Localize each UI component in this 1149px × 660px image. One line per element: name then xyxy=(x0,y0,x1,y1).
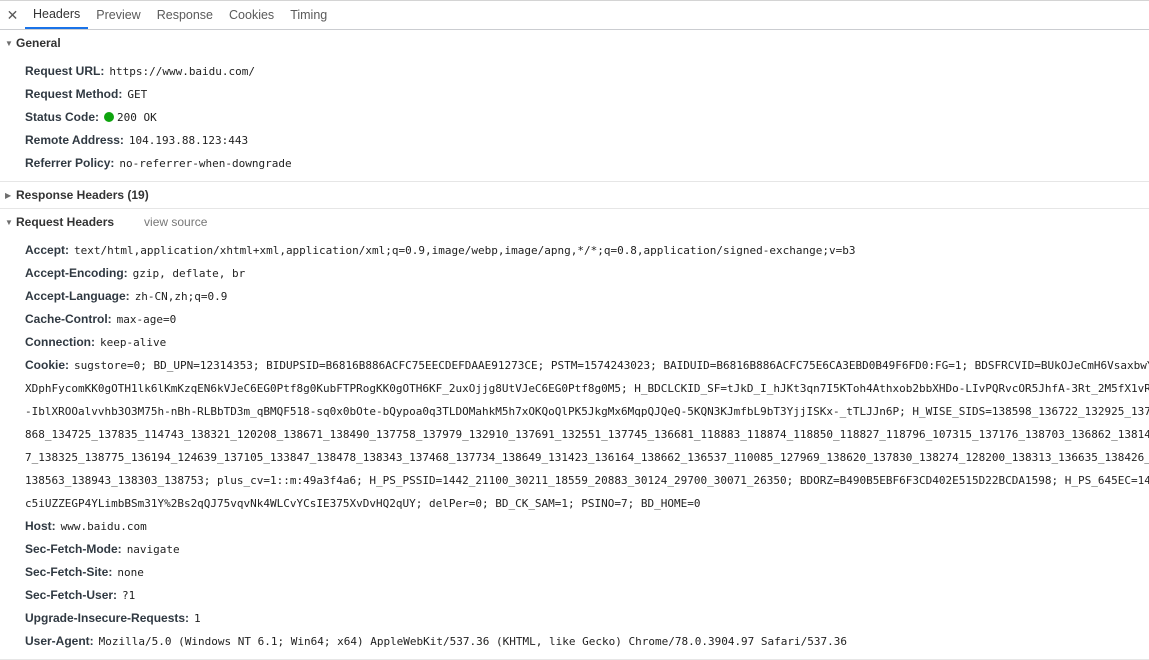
expanded-triangle-icon: ▼ xyxy=(5,217,13,227)
header-key: Status Code: xyxy=(25,110,100,124)
header-value: none xyxy=(117,566,144,579)
header-key: Accept-Language: xyxy=(25,289,130,303)
header-value: ?1 xyxy=(122,589,136,602)
cookie-value-line: -IblXROOalvvhb3O3M75h-nBh-RLBbTD3m_qBMQF… xyxy=(25,405,1149,418)
request-headers-section-header[interactable]: ▼ Request Headers view source xyxy=(0,209,1149,235)
cookie-line: -IblXROOalvvhb3O3M75h-nBh-RLBbTD3m_qBMQF… xyxy=(25,400,1149,423)
header-value: www.baidu.com xyxy=(60,520,147,533)
request-headers-title: Request Headers xyxy=(16,215,115,229)
header-key: Sec-Fetch-Mode: xyxy=(25,542,122,556)
tab-timing[interactable]: Timing xyxy=(282,1,335,29)
header-value: text/html,application/xhtml+xml,applicat… xyxy=(74,244,856,257)
header-key: Cache-Control: xyxy=(25,312,112,326)
header-key: Accept: xyxy=(25,243,70,257)
tab-response[interactable]: Response xyxy=(149,1,221,29)
cookie-line: Cookie: sugstore=0; BD_UPN=12314353; BIDU… xyxy=(25,354,1149,377)
general-row-referrer-policy: Referrer Policy: no-referrer-when-downgra… xyxy=(25,152,1149,175)
general-row-request-url: Request URL: https://www.baidu.com/ xyxy=(25,60,1149,83)
header-value: 104.193.88.123:443 xyxy=(128,134,249,147)
view-source-link[interactable]: view source xyxy=(144,215,207,229)
cookie-value-line: c5iUZZEGP4YLimbBSm31Y%2Bs2qQJ75vqvNk4WLC… xyxy=(25,497,701,510)
cookie-value-line: XDphFycomKK0gOTH1lk6lKmKzqEN6kVJeC6EG0Pt… xyxy=(25,382,1149,395)
response-headers-section: ▶ Response Headers (19) xyxy=(0,182,1149,209)
request-headers-section: ▼ Request Headers view source Accept: tex… xyxy=(0,209,1149,660)
header-key: Sec-Fetch-Site: xyxy=(25,565,113,579)
cookie-line: 138563_138943_138303_138753; plus_cv=1::… xyxy=(25,469,1149,492)
request-header-row: Sec-Fetch-Site: none xyxy=(25,561,1149,584)
header-key: Request URL: xyxy=(25,64,105,78)
response-headers-section-header[interactable]: ▶ Response Headers (19) xyxy=(0,182,1149,208)
request-header-row: Host: www.baidu.com xyxy=(25,515,1149,538)
expanded-triangle-icon: ▼ xyxy=(5,38,13,48)
request-header-row: Accept-Encoding: gzip, deflate, br xyxy=(25,262,1149,285)
header-key: Connection: xyxy=(25,335,95,349)
header-key: Sec-Fetch-User: xyxy=(25,588,118,602)
status-ok-icon xyxy=(104,112,115,122)
request-header-row: Sec-Fetch-User: ?1 xyxy=(25,584,1149,607)
request-header-row: Connection: keep-alive xyxy=(25,331,1149,354)
header-key: Referrer Policy: xyxy=(25,156,115,170)
cookie-line: 868_134725_137835_114743_138321_120208_1… xyxy=(25,423,1149,446)
header-key: Cookie: xyxy=(25,358,70,372)
header-value: GET xyxy=(127,88,148,101)
request-header-row: Cache-Control: max-age=0 xyxy=(25,308,1149,331)
tab-headers[interactable]: Headers xyxy=(25,1,89,29)
collapsed-triangle-icon: ▶ xyxy=(5,190,12,200)
header-value: https://www.baidu.com/ xyxy=(109,65,256,78)
cookie-value-line: 868_134725_137835_114743_138321_120208_1… xyxy=(25,428,1149,441)
general-rows: Request URL: https://www.baidu.com/ Reque… xyxy=(0,56,1149,181)
response-headers-title: Response Headers (19) xyxy=(16,188,149,202)
general-row-status-code: Status Code: 200 OK xyxy=(25,106,1149,129)
header-value: zh-CN,zh;q=0.9 xyxy=(134,290,228,303)
header-value: max-age=0 xyxy=(116,313,177,326)
header-value: 200 OK xyxy=(117,111,157,124)
general-row-request-method: Request Method: GET xyxy=(25,83,1149,106)
general-section: ▼ General Request URL: https://www.baidu.… xyxy=(0,30,1149,182)
general-row-remote-address: Remote Address: 104.193.88.123:443 xyxy=(25,129,1149,152)
header-key: Host: xyxy=(25,519,56,533)
cookie-line: XDphFycomKK0gOTH1lk6lKmKzqEN6kVJeC6EG0Pt… xyxy=(25,377,1149,400)
request-header-row: Accept: text/html,application/xhtml+xml,a… xyxy=(25,239,1149,262)
request-header-row: Accept-Language: zh-CN,zh;q=0.9 xyxy=(25,285,1149,308)
general-section-header[interactable]: ▼ General xyxy=(0,30,1149,56)
tab-bar: ✕ Headers Preview Response Cookies Timin… xyxy=(0,0,1149,30)
tab-preview[interactable]: Preview xyxy=(88,1,148,29)
header-key: Remote Address: xyxy=(25,133,124,147)
general-section-title: General xyxy=(16,36,61,50)
header-key: Request Method: xyxy=(25,87,123,101)
tab-cookies[interactable]: Cookies xyxy=(221,1,282,29)
header-key: Upgrade-Insecure-Requests: xyxy=(25,611,190,625)
header-value: gzip, deflate, br xyxy=(132,267,246,280)
header-value: Mozilla/5.0 (Windows NT 6.1; Win64; x64)… xyxy=(98,635,848,648)
header-key: Accept-Encoding: xyxy=(25,266,128,280)
cookie-value-line: 138563_138943_138303_138753; plus_cv=1::… xyxy=(25,474,1149,487)
request-header-row-cookie: Cookie: sugstore=0; BD_UPN=12314353; BIDU… xyxy=(25,354,1149,515)
header-value: navigate xyxy=(126,543,180,556)
header-value: keep-alive xyxy=(100,336,167,349)
request-headers-rows: Accept: text/html,application/xhtml+xml,a… xyxy=(0,235,1149,659)
cookie-line: c5iUZZEGP4YLimbBSm31Y%2Bs2qQJ75vqvNk4WLC… xyxy=(25,492,1149,515)
cookie-line: 7_138325_138775_136194_124639_137105_133… xyxy=(25,446,1149,469)
request-header-row: Sec-Fetch-Mode: navigate xyxy=(25,538,1149,561)
header-value: 1 xyxy=(194,612,201,625)
header-key: User-Agent: xyxy=(25,634,94,648)
header-value: no-referrer-when-downgrade xyxy=(119,157,292,170)
close-icon[interactable]: ✕ xyxy=(0,1,25,29)
request-header-row: Upgrade-Insecure-Requests: 1 xyxy=(25,607,1149,630)
cookie-value-line: 7_138325_138775_136194_124639_137105_133… xyxy=(25,451,1149,464)
cookie-value-line: sugstore=0; BD_UPN=12314353; BIDUPSID=B6… xyxy=(74,359,1149,372)
